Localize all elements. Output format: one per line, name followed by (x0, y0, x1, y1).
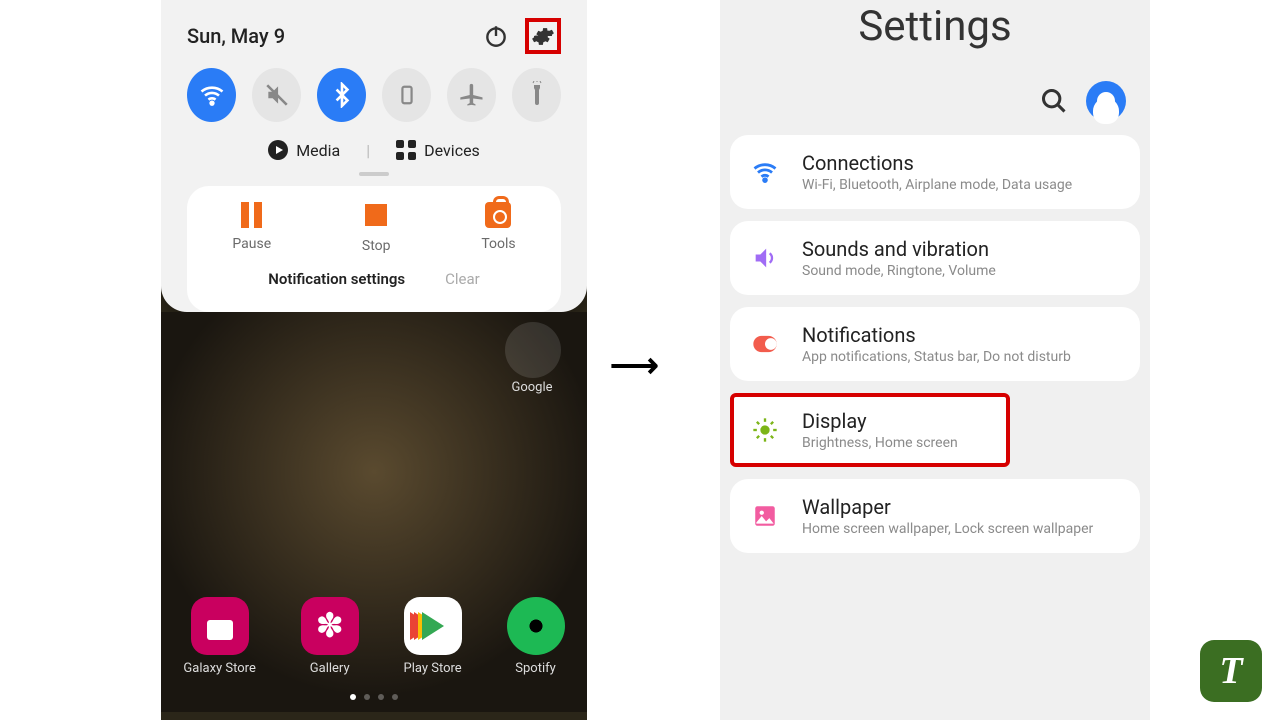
devices-button[interactable]: Devices (396, 140, 480, 160)
play-store-icon (404, 597, 462, 655)
date: Sun, May 9 (187, 24, 483, 48)
home-wallpaper: Google Galaxy Store Gallery Play Store S… (161, 312, 587, 712)
settings-item-wallpaper[interactable]: WallpaperHome screen wallpaper, Lock scr… (730, 479, 1140, 553)
clear-button[interactable]: Clear (445, 270, 480, 288)
devices-label: Devices (424, 141, 480, 160)
pause-button[interactable]: Pause (232, 202, 271, 254)
flashlight-toggle[interactable] (512, 68, 561, 122)
play-store-app[interactable]: Play Store (404, 597, 462, 676)
settings-item-sounds[interactable]: Sounds and vibrationSound mode, Ringtone… (730, 221, 1140, 295)
play-icon (268, 140, 288, 160)
arrow-icon: ⟶ (610, 346, 659, 386)
settings-list: ConnectionsWi-Fi, Bluetooth, Airplane mo… (720, 135, 1150, 553)
stop-icon (365, 204, 387, 226)
settings-item-notifications[interactable]: NotificationsApp notifications, Status b… (730, 307, 1140, 381)
pause-icon (238, 202, 266, 230)
airplane-toggle[interactable] (447, 68, 496, 122)
wifi-toggle[interactable] (187, 68, 236, 122)
bluetooth-toggle[interactable] (317, 68, 366, 122)
galaxy-store-app[interactable]: Galaxy Store (183, 597, 255, 676)
quick-settings-panel: Sun, May 9 Media (161, 0, 587, 312)
phone-quick-settings: Sun, May 9 Media (161, 0, 587, 720)
spotify-icon (507, 597, 565, 655)
gallery-icon (301, 597, 359, 655)
notification-card: Pause Stop Tools Notification settings C… (187, 186, 561, 312)
settings-item-connections[interactable]: ConnectionsWi-Fi, Bluetooth, Airplane mo… (730, 135, 1140, 209)
settings-item-display[interactable]: DisplayBrightness, Home screen (730, 393, 1010, 467)
page-indicator (161, 694, 587, 700)
gallery-app[interactable]: Gallery (301, 597, 359, 676)
google-folder[interactable] (505, 322, 561, 378)
settings-title: Settings (720, 2, 1150, 51)
profile-avatar[interactable] (1086, 81, 1126, 121)
media-button[interactable]: Media (268, 140, 340, 160)
grid-icon (396, 140, 416, 160)
phone-settings: Settings ConnectionsWi-Fi, Bluetooth, Ai… (720, 0, 1150, 720)
sound-icon (748, 244, 782, 272)
tools-icon (485, 202, 511, 228)
power-icon[interactable] (483, 23, 509, 49)
galaxy-store-icon (191, 597, 249, 655)
spotify-app[interactable]: Spotify (507, 597, 565, 676)
wifi-icon (748, 158, 782, 186)
search-icon[interactable] (1040, 87, 1068, 115)
notifications-icon (748, 333, 782, 355)
t-badge: T (1200, 640, 1262, 702)
quick-toggles (187, 68, 561, 122)
gear-icon[interactable] (531, 24, 555, 48)
google-folder-label: Google (497, 380, 567, 395)
rotate-toggle[interactable] (382, 68, 431, 122)
wallpaper-icon (748, 503, 782, 529)
media-label: Media (296, 141, 340, 160)
mute-toggle[interactable] (252, 68, 301, 122)
tools-button[interactable]: Tools (481, 202, 515, 254)
settings-icon-highlight (525, 18, 561, 54)
stop-button[interactable]: Stop (362, 202, 391, 254)
panel-handle[interactable] (359, 172, 389, 176)
notification-settings-button[interactable]: Notification settings (268, 270, 405, 288)
display-icon (748, 416, 782, 444)
